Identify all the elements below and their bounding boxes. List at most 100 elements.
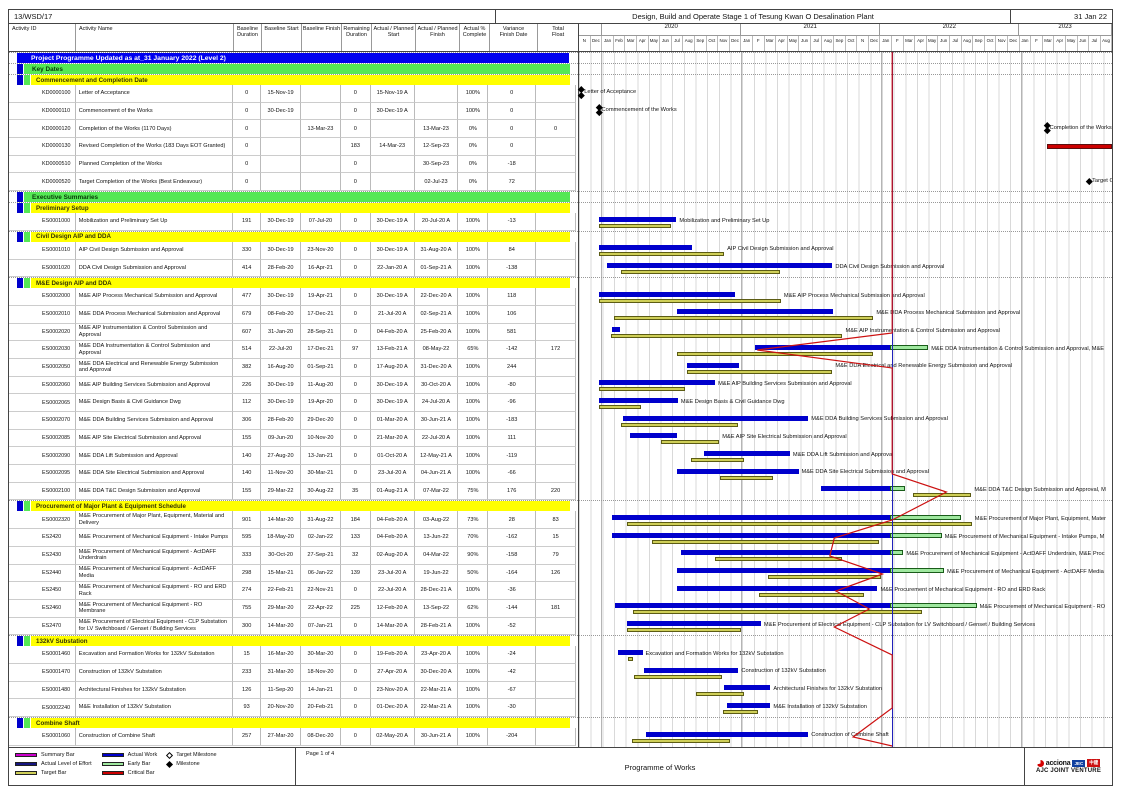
group-gantt-space bbox=[570, 718, 1106, 728]
total-float: 83 bbox=[536, 511, 576, 529]
total-float bbox=[536, 465, 576, 483]
baseline-finish bbox=[301, 85, 341, 103]
pct-complete: 100% bbox=[458, 260, 488, 278]
timeline-month: Dec bbox=[1008, 36, 1020, 51]
gantt-cell: M&E Procurement of Electrical Equipment … bbox=[576, 618, 1112, 636]
gantt-cell: M&E Installation of 132kV Substation bbox=[576, 699, 1112, 717]
actual-finish: 22-Mar-21 A bbox=[415, 699, 459, 717]
table-row: ES0002095M&E DDA Site Electrical Submiss… bbox=[9, 465, 1112, 483]
total-float bbox=[536, 260, 576, 278]
remaining-duration: 0 bbox=[341, 664, 371, 682]
gantt-bar-label: DDA Civil Design Submission and Approval bbox=[835, 264, 944, 270]
timeline-month: Jun bbox=[1078, 36, 1090, 51]
legend-swatch bbox=[15, 771, 37, 775]
remaining-duration: 184 bbox=[341, 511, 371, 529]
timeline-month: F bbox=[892, 36, 904, 51]
baseline-duration: 595 bbox=[233, 529, 261, 547]
gantt-bar-label: M&E DDA Process Mechanical Submission an… bbox=[876, 310, 1020, 316]
variance-finish: 0 bbox=[488, 138, 536, 156]
baseline-start: 30-Dec-19 bbox=[261, 103, 301, 121]
actual-finish: 30-Jun-21 A bbox=[415, 412, 459, 430]
activity-name: Construction of 132kV Substation bbox=[76, 664, 233, 682]
activity-id-cell: ES0002320 bbox=[9, 511, 76, 529]
actual-finish: 01-Sep-21 A bbox=[415, 260, 459, 278]
legend-label: Critical Bar bbox=[128, 770, 155, 776]
actual-start: 21-Jul-20 A bbox=[371, 306, 415, 324]
legend-swatch bbox=[102, 762, 124, 766]
gantt-bar-actual bbox=[681, 550, 890, 555]
actual-start: 30-Dec-19 A bbox=[371, 242, 415, 260]
timeline-month: Jun bbox=[938, 36, 950, 51]
variance-finish: 28 bbox=[488, 511, 536, 529]
activity-id: ES0002030 bbox=[38, 346, 70, 352]
baseline-duration: 155 bbox=[233, 430, 261, 448]
activity-id: ES0002065 bbox=[38, 400, 70, 406]
actual-finish: 07-Mar-22 bbox=[415, 483, 459, 501]
timeline-month: Jul bbox=[950, 36, 962, 51]
activity-id: KD0000520 bbox=[38, 179, 70, 185]
column-header-3: Baseline Start bbox=[262, 24, 302, 51]
activity-id-cell: ES0001470 bbox=[9, 664, 76, 682]
variance-finish: 118 bbox=[488, 288, 536, 306]
group-indent-band bbox=[17, 192, 23, 202]
table-row: KD0000130Revised Completion of the Works… bbox=[9, 138, 1112, 156]
legend-item: Target Bar bbox=[15, 770, 92, 776]
baseline-finish: 31-Aug-22 bbox=[301, 511, 341, 529]
baseline-duration: 607 bbox=[233, 324, 261, 342]
baseline-finish: 13-Mar-23 bbox=[301, 120, 341, 138]
activity-name: M&E Procurement of Mechanical Equipment … bbox=[76, 600, 233, 618]
actual-start: 17-Aug-20 A bbox=[371, 359, 415, 377]
timeline-month: May bbox=[788, 36, 800, 51]
timeline-month: Mar bbox=[625, 36, 637, 51]
table-row: ES0002240M&E Installation of 132kV Subst… bbox=[9, 699, 1112, 717]
gantt-bar-actual bbox=[724, 685, 770, 690]
baseline-duration: 0 bbox=[233, 120, 261, 138]
pct-complete: 100% bbox=[458, 582, 488, 600]
activity-id: ES0001060 bbox=[38, 733, 70, 739]
gantt-cell: AIP Civil Design Submission and Approval bbox=[576, 242, 1112, 260]
baseline-duration: 901 bbox=[233, 511, 261, 529]
actual-finish: 04-Mar-22 bbox=[415, 547, 459, 565]
total-float bbox=[536, 447, 576, 465]
gantt-bar-target bbox=[621, 270, 780, 274]
total-float bbox=[536, 728, 576, 746]
actual-start: 04-Feb-20 A bbox=[371, 511, 415, 529]
gantt-bar-target bbox=[627, 628, 741, 632]
report-date: 31 Jan 22 bbox=[1010, 10, 1112, 23]
actual-start: 04-Feb-20 A bbox=[371, 324, 415, 342]
gantt-bar-early bbox=[890, 603, 976, 608]
activity-name: M&E DDA Building Services Submission and… bbox=[76, 412, 233, 430]
legend-label: Summary Bar bbox=[41, 752, 75, 758]
timeline-month: Dec bbox=[730, 36, 742, 51]
table-row: ES0002100M&E DDA T&C Design Submission a… bbox=[9, 483, 1112, 501]
total-float: 181 bbox=[536, 600, 576, 618]
activity-id-cell: ES0002240 bbox=[9, 699, 76, 717]
remaining-duration: 0 bbox=[341, 618, 371, 636]
activity-id-cell: ES0002030 bbox=[9, 341, 76, 359]
activity-name: Target Completion of the Works (Best End… bbox=[76, 173, 233, 191]
gantt-bar-actual bbox=[599, 217, 677, 222]
timeline-month: F bbox=[753, 36, 765, 51]
activity-name: Letter of Acceptance bbox=[76, 85, 233, 103]
remaining-duration: 0 bbox=[341, 85, 371, 103]
actual-start: 01-Oct-20 A bbox=[371, 447, 415, 465]
baseline-duration: 0 bbox=[233, 138, 261, 156]
gantt-bar-target bbox=[634, 675, 722, 679]
pct-complete: 100% bbox=[458, 646, 488, 664]
activity-id-cell: ES0002095 bbox=[9, 465, 76, 483]
baseline-finish: 06-Jan-22 bbox=[301, 565, 341, 583]
remaining-duration: 0 bbox=[341, 682, 371, 700]
gantt-bar-target bbox=[723, 710, 758, 714]
activity-name: M&E Procurement of Mechanical Equipment … bbox=[76, 529, 233, 547]
baseline-duration: 0 bbox=[233, 173, 261, 191]
activity-name: M&E Installation of 132kV Substation bbox=[76, 699, 233, 717]
activity-id-cell: ES2440 bbox=[9, 565, 76, 583]
group-indent-band bbox=[17, 203, 23, 213]
timeline-month: Dec bbox=[591, 36, 603, 51]
timeline-month: Oct bbox=[707, 36, 719, 51]
gantt-bar-label: M&E AIP Process Mechanical Submission an… bbox=[784, 293, 925, 299]
table-row: ES2460M&E Procurement of Mechanical Equi… bbox=[9, 600, 1112, 618]
legend-column: Summary BarActual Level of EffortTarget … bbox=[15, 752, 92, 783]
activity-id: ES0002000 bbox=[38, 293, 70, 299]
baseline-start: 30-Dec-19 bbox=[261, 213, 301, 231]
